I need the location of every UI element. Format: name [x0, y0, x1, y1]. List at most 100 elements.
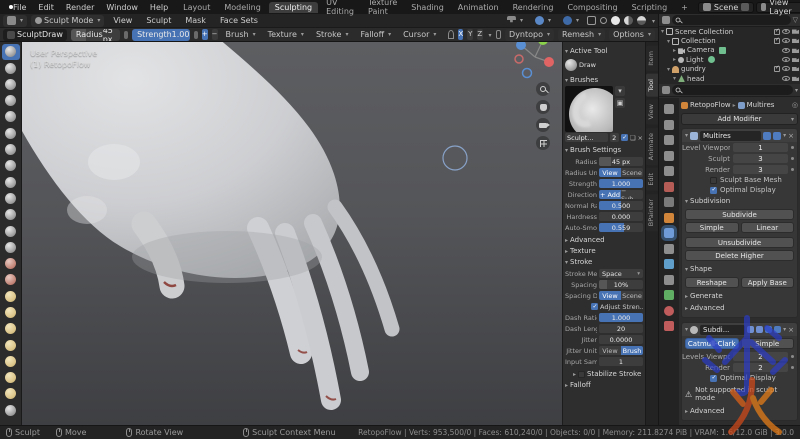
advanced-subpanel[interactable]: Advanced [682, 405, 797, 417]
active-tool-row[interactable]: Draw [565, 57, 643, 73]
outliner-row-gundry[interactable]: ▾gundry [659, 65, 800, 74]
workspace-tab-layout[interactable]: Layout [177, 2, 216, 13]
hide-eye-icon[interactable] [782, 76, 790, 81]
stabilize-stroke-checkbox[interactable] [578, 371, 585, 378]
sculpt-level-field[interactable]: 3 [733, 154, 788, 164]
workspace-tab-modeling[interactable]: Modeling [218, 2, 266, 13]
dyntopo-toggle-icon[interactable] [496, 30, 502, 39]
pin-icon[interactable]: ◎ [792, 101, 798, 109]
toggle-ortho-button[interactable] [536, 136, 550, 150]
properties-options-dropdown[interactable]: ▾ [795, 87, 798, 94]
hide-eye-icon[interactable] [782, 57, 790, 62]
apply-base-button[interactable]: Apply Base [741, 277, 795, 288]
workspace-tab-rendering[interactable]: Rendering [507, 2, 560, 13]
hardness-slider[interactable]: 0.000 [599, 212, 643, 221]
brush-popover[interactable]: Brush [222, 29, 260, 41]
sculpt-base-mesh-checkbox[interactable] [710, 177, 717, 184]
brush-datablock-row[interactable]: Sculpt... 2 ❏ × [565, 132, 643, 143]
normal-radius-slider[interactable]: 0.500 [599, 201, 643, 210]
scene-selector[interactable]: Scene [698, 2, 754, 13]
brush-preview-image-icon[interactable]: ▣ [615, 98, 625, 108]
on-cage-icon[interactable] [747, 326, 754, 333]
tab-output[interactable] [664, 135, 674, 145]
subdivide-button[interactable]: Subdivide [685, 209, 794, 220]
brush-preview-dropdown[interactable]: ▾ [615, 86, 625, 96]
falloff-section[interactable]: Falloff [565, 381, 643, 389]
spacing-distance-toggle[interactable]: ViewScene [599, 291, 643, 300]
hide-eye-icon[interactable] [782, 29, 790, 34]
strength-slider[interactable]: Strength1.000 [132, 29, 190, 41]
brush-grab-button[interactable] [2, 272, 20, 288]
dash-ratio-slider[interactable]: 1.000 [599, 313, 643, 322]
fake-user-icon[interactable] [621, 134, 628, 141]
active-tool-section[interactable]: Active Tool [565, 47, 643, 55]
brush-snake-hook-button[interactable] [2, 305, 20, 321]
brush-scrape-button[interactable] [2, 240, 20, 256]
sidebar-tab-tool[interactable]: Tool [646, 74, 658, 97]
tab-object-data[interactable] [664, 290, 674, 300]
3d-viewport[interactable]: User Perspective (1) RetopoFlow [22, 42, 562, 425]
brush-settings-section[interactable]: Brush Settings [565, 146, 643, 154]
sidebar-radius-slider[interactable]: 45 px [599, 157, 643, 166]
hide-eye-icon[interactable] [782, 38, 790, 43]
mirror-y-button[interactable]: Y [467, 29, 473, 40]
workspace-tab-shading[interactable]: Shading [405, 2, 450, 13]
outliner-row-scene-collection[interactable]: ▾Scene Collection [659, 27, 800, 36]
mirror-z-button[interactable]: Z [477, 29, 483, 40]
workspace-tab-sculpting[interactable]: Sculpting [269, 2, 318, 13]
level-viewport-field[interactable]: 1 [733, 143, 788, 153]
exclude-checkbox[interactable] [774, 66, 780, 72]
outliner-row-camera[interactable]: ▸Camera [659, 46, 800, 55]
brush-nudge-button[interactable] [2, 354, 20, 370]
jitter-unit-toggle[interactable]: ViewBrush [599, 346, 643, 355]
brush-fill-button[interactable] [2, 223, 20, 239]
catmull-clark-button[interactable]: Catmull-Clark [685, 338, 739, 349]
unsubdivide-button[interactable]: Unsubdivide [685, 237, 794, 248]
optimal-display-row[interactable]: Optimal Display [682, 373, 797, 383]
modifier-extras-dropdown[interactable]: ▾ [783, 132, 786, 139]
render-visibility-icon[interactable] [792, 76, 799, 81]
properties-display-icon[interactable] [662, 86, 670, 94]
mirror-x-button[interactable]: X [458, 29, 464, 40]
texture-popover[interactable]: Texture [264, 29, 308, 41]
tab-world[interactable] [664, 182, 674, 192]
cursor-popover[interactable]: Cursor [399, 29, 440, 41]
brush-preview-image[interactable] [565, 86, 613, 132]
workspace-tab-scripting[interactable]: Scripting [626, 2, 674, 13]
render-visibility-icon[interactable] [792, 38, 799, 43]
properties-search-input[interactable] [672, 85, 793, 95]
menu-window[interactable]: Window [101, 3, 143, 12]
tab-physics[interactable] [664, 259, 674, 269]
collapse-icon[interactable]: ▾ [685, 326, 688, 333]
sidebar-tab-edit[interactable]: Edit [646, 168, 658, 191]
exclude-checkbox[interactable] [774, 29, 780, 35]
render-visibility-icon[interactable] [792, 57, 799, 62]
brush-blob-button[interactable] [2, 158, 20, 174]
menu-face-sets[interactable]: Face Sets [215, 16, 263, 25]
workspace-tab-uv-editing[interactable]: UV Editing [320, 0, 360, 17]
editor-type-dropdown[interactable] [3, 15, 27, 27]
reshape-button[interactable]: Reshape [685, 277, 739, 288]
dash-length-field[interactable]: 20 [599, 324, 643, 333]
hide-eye-icon[interactable] [782, 48, 790, 53]
show-gizmo-icon[interactable] [587, 16, 596, 25]
render-visibility-icon[interactable] [792, 29, 799, 34]
sidebar-tab-view[interactable]: View [646, 99, 658, 124]
wireframe-shading-icon[interactable] [600, 17, 607, 24]
add-workspace-button[interactable]: + [675, 2, 694, 13]
show-render-icon[interactable] [774, 326, 781, 333]
sidebar-tab-bpainter[interactable]: BPainter [646, 194, 658, 231]
render-visibility-icon[interactable] [792, 66, 799, 71]
mode-dropdown[interactable]: Sculpt Mode [31, 15, 104, 27]
advanced-subpanel[interactable]: Advanced [682, 302, 797, 314]
show-in-editmode-icon[interactable] [756, 326, 763, 333]
workspace-tab-texture-paint[interactable]: Texture Paint [362, 0, 403, 17]
modifier-name-field[interactable]: Subdi... [700, 325, 745, 335]
texture-section[interactable]: Texture [565, 247, 643, 255]
tab-object[interactable] [664, 213, 674, 223]
breadcrumb-object[interactable]: RetopoFlow [690, 101, 731, 109]
optimal-display-row[interactable]: Optimal Display [682, 185, 797, 195]
tab-texture[interactable] [664, 321, 674, 331]
optimal-display-checkbox[interactable] [710, 187, 717, 194]
tab-material[interactable] [664, 306, 674, 316]
